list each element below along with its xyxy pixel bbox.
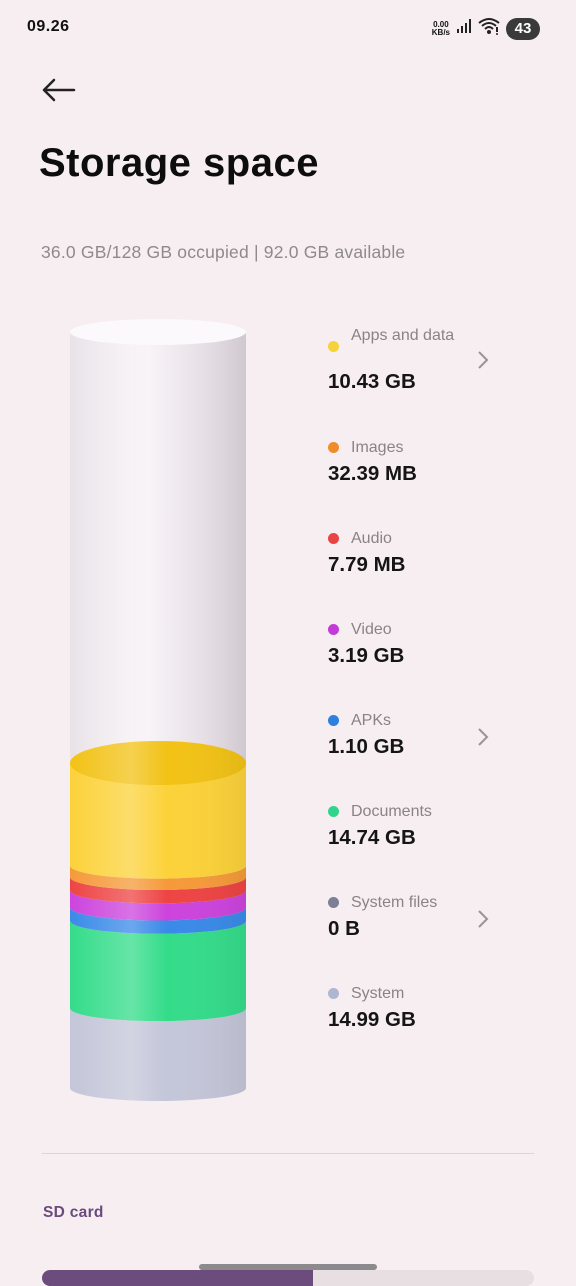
legend-dot-apps xyxy=(328,341,339,352)
legend-size: 1.10 GB xyxy=(328,735,405,758)
legend-dot-documents xyxy=(328,806,339,817)
chevron-right-icon xyxy=(478,910,489,928)
page-title: Storage space xyxy=(39,141,319,185)
storage-segments xyxy=(70,319,247,1101)
cylinder-shine xyxy=(70,332,246,1101)
sd-card-usage-fill xyxy=(42,1270,313,1286)
storage-summary: 36.0 GB/128 GB occupied | 92.0 GB availa… xyxy=(41,242,406,262)
sd-card-label[interactable]: SD card xyxy=(43,1204,104,1222)
chevron-right-icon xyxy=(478,728,489,746)
legend-label: APKs xyxy=(351,712,392,729)
legend-dot-apks xyxy=(328,715,339,726)
status-time: 09.26 xyxy=(27,18,70,35)
back-arrow-icon xyxy=(42,78,76,102)
legend-size: 14.74 GB xyxy=(328,826,416,849)
cylinder-top xyxy=(70,319,246,345)
section-divider xyxy=(42,1153,534,1154)
network-speed-unit: KB/s xyxy=(431,27,450,37)
signal-icon xyxy=(456,18,472,39)
legend-size: 32.39 MB xyxy=(328,462,417,485)
home-indicator[interactable] xyxy=(199,1264,377,1270)
legend-size: 14.99 GB xyxy=(328,1008,416,1031)
legend-dot-system xyxy=(328,988,339,999)
legend-label: Documents xyxy=(351,803,432,820)
legend-label: Video xyxy=(351,621,392,638)
chevron-right-icon xyxy=(478,351,489,369)
legend-label: Images xyxy=(351,439,404,456)
wifi-icon xyxy=(478,17,500,40)
legend-size: 3.19 GB xyxy=(328,644,405,667)
network-speed: 0.00 KB/s xyxy=(431,20,450,37)
status-icons: 0.00 KB/s 43 xyxy=(432,17,540,40)
sd-card-usage-bar xyxy=(42,1270,534,1286)
legend-size: 10.43 GB xyxy=(328,370,416,393)
legend-dot-images xyxy=(328,442,339,453)
legend-label: Audio xyxy=(351,530,392,547)
legend-label: Apps and data xyxy=(351,327,455,344)
legend-dot-video xyxy=(328,624,339,635)
legend-size: 7.79 MB xyxy=(328,553,406,576)
legend-size: 0 B xyxy=(328,917,360,940)
legend-dot-system-files xyxy=(328,897,339,908)
status-bar: 09.26 0.00 KB/s 43 xyxy=(0,0,576,58)
legend-label: System xyxy=(351,985,405,1002)
storage-cylinder xyxy=(70,319,247,1101)
battery-indicator: 43 xyxy=(506,17,540,40)
back-button[interactable] xyxy=(36,70,80,110)
legend-dot-audio xyxy=(328,533,339,544)
legend-label: System files xyxy=(351,894,438,911)
